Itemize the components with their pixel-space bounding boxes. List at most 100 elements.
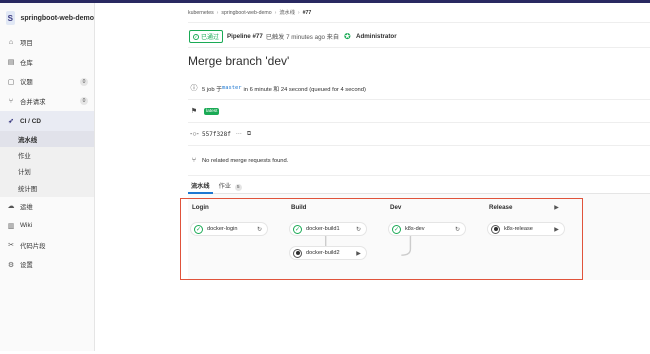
- chevron-right-icon: ›: [297, 10, 300, 16]
- chevron-right-icon: ›: [274, 10, 277, 16]
- tags-row: ⚑ latest: [188, 100, 650, 123]
- pipeline-title: Pipeline #77: [227, 33, 263, 40]
- project-avatar: S: [6, 11, 15, 25]
- issues-count-badge: 0: [80, 77, 88, 86]
- sidebar-item-operations[interactable]: ☁ 运维: [0, 197, 94, 217]
- commit-sha-link[interactable]: 557f328f: [202, 131, 231, 138]
- breadcrumb-section[interactable]: 流水线: [279, 10, 295, 16]
- pipeline-meta: 已触发 7 minutes ago 来自: [265, 34, 340, 41]
- job-k8s-dev[interactable]: ✓ k8s-dev ↻: [388, 222, 466, 236]
- job-docker-build2[interactable]: docker-build2 ▶: [289, 246, 367, 260]
- sidebar-item-label: 仓库: [20, 59, 33, 67]
- commit-icon: -○-: [190, 130, 199, 138]
- breadcrumb: kubernetes › springboot-web-demo › 流水线 › #77: [188, 9, 311, 16]
- breadcrumb-project[interactable]: springboot-web-demo: [221, 10, 271, 16]
- play-icon[interactable]: ▶: [552, 225, 561, 234]
- user-avatar-icon[interactable]: ✪: [344, 32, 352, 41]
- stage-title-login: Login: [192, 204, 209, 211]
- flag-icon: ⚑: [190, 108, 198, 115]
- main-content: kubernetes › springboot-web-demo › 流水线 › #77 ✓…: [95, 3, 650, 351]
- stage-title-release: Release: [489, 204, 513, 211]
- divider: [188, 22, 650, 23]
- manual-status-icon: [491, 224, 500, 234]
- home-icon: ⌂: [8, 39, 14, 47]
- latest-badge: latest: [204, 107, 220, 115]
- sidebar-item-merge-requests[interactable]: ⑂ 合并请求 0: [0, 92, 94, 112]
- sidebar-item-label: Wiki: [20, 222, 33, 230]
- sidebar-item-issues[interactable]: ▢ 议题 0: [0, 72, 94, 92]
- jobs-count-badge: 5: [234, 184, 242, 191]
- jobs-summary-row: ⓘ 5 job 于 master in 6 minute 和 24 second…: [188, 77, 650, 100]
- job-name: k8s-dev: [405, 226, 425, 232]
- pipeline-header: ✓ 已通过 Pipeline #77 已触发 7 minutes ago 来自 …: [189, 30, 397, 43]
- sidebar-item-settings[interactable]: ⚙ 设置: [0, 255, 94, 275]
- play-icon[interactable]: ▶: [354, 249, 363, 258]
- retry-icon[interactable]: ↻: [453, 225, 462, 234]
- book-icon: ▥: [7, 222, 15, 230]
- tab-label: 流水线: [191, 183, 210, 190]
- sidebar-item-wiki[interactable]: ▥ Wiki: [0, 216, 94, 236]
- tab-jobs[interactable]: 作业 5: [216, 178, 245, 194]
- jobs-suffix: in 6 minute 和 24 second (queued for 4 se…: [243, 86, 366, 93]
- merge-request-icon: ⑂: [8, 97, 14, 105]
- breadcrumb-group[interactable]: kubernetes: [188, 10, 214, 16]
- sidebar-item-label: CI / CD: [20, 117, 41, 125]
- commit-row: -○- 557f328f ··· ⧉: [188, 123, 650, 146]
- branch-link[interactable]: master: [222, 85, 241, 91]
- info-icon: ⓘ: [190, 85, 198, 92]
- project-name: springboot-web-demo: [20, 14, 95, 22]
- sidebar-item-cicd[interactable]: ➶ CI / CD: [0, 111, 94, 131]
- job-name: docker-build1: [306, 226, 340, 232]
- tab-pipeline[interactable]: 流水线: [188, 178, 213, 194]
- gear-icon: ⚙: [7, 261, 15, 269]
- sidebar-item-snippets[interactable]: ✂ 代码片段: [0, 236, 94, 256]
- page-title: Merge branch 'dev': [188, 54, 290, 68]
- sidebar-item-label: 流水线: [18, 136, 38, 144]
- job-k8s-release[interactable]: k8s-release ▶: [487, 222, 565, 236]
- project-header[interactable]: S springboot-web-demo: [0, 5, 94, 31]
- sidebar-item-label: 计划: [18, 169, 31, 177]
- cicd-submenu: 流水线 作业 计划 统计图: [0, 131, 94, 197]
- tab-label: 作业: [218, 183, 231, 190]
- sidebar-item-repository[interactable]: ▤ 仓库: [0, 53, 94, 73]
- sidebar-item-label: 代码片段: [20, 242, 46, 250]
- sidebar-item-label: 作业: [18, 153, 31, 161]
- job-name: k8s-release: [504, 226, 533, 232]
- scissors-icon: ✂: [8, 242, 14, 250]
- sidebar-subitem-jobs[interactable]: 作业: [0, 147, 94, 163]
- cloud-icon: ☁: [7, 203, 15, 211]
- sidebar-subitem-schedules[interactable]: 计划: [0, 164, 94, 180]
- play-all-icon[interactable]: ▶: [552, 203, 561, 212]
- check-circle-icon: ✓: [193, 33, 199, 40]
- sidebar-item-label: 运维: [20, 203, 33, 211]
- pipeline-tabs: 流水线 作业 5: [188, 178, 650, 194]
- breadcrumb-current[interactable]: #77: [303, 10, 312, 16]
- mr-text: No related merge requests found.: [202, 157, 289, 164]
- retry-icon[interactable]: ↻: [255, 225, 264, 234]
- sidebar-subitem-charts[interactable]: 统计图: [0, 180, 94, 196]
- chevron-right-icon: ›: [216, 10, 219, 16]
- manual-status-icon: [293, 248, 302, 258]
- job-name: docker-login: [207, 226, 238, 232]
- rocket-icon: ➶: [8, 118, 14, 125]
- status-label: 已通过: [201, 35, 220, 41]
- expand-commit-button[interactable]: ···: [236, 131, 242, 137]
- retry-icon[interactable]: ↻: [354, 225, 363, 234]
- job-docker-build1[interactable]: ✓ docker-build1 ↻: [289, 222, 367, 236]
- sidebar-subitem-pipelines[interactable]: 流水线: [0, 131, 94, 148]
- pipeline-user[interactable]: Administrator: [356, 33, 397, 40]
- project-sidebar: S springboot-web-demo ⌂ 项目 ▤ 仓库 ▢ 议题 0 ⑂…: [0, 3, 95, 351]
- sidebar-item-label: 设置: [20, 262, 33, 270]
- status-badge[interactable]: ✓ 已通过: [189, 30, 224, 43]
- job-name: docker-build2: [306, 250, 340, 256]
- check-circle-icon: ✓: [392, 224, 401, 234]
- merge-requests-count-badge: 0: [80, 97, 88, 105]
- job-docker-login[interactable]: ✓ docker-login ↻: [190, 222, 268, 236]
- sidebar-item-project[interactable]: ⌂ 项目: [0, 33, 94, 53]
- sidebar-item-label: 议题: [20, 79, 33, 87]
- sidebar-item-label: 统计图: [18, 185, 38, 193]
- pipeline-info: ⓘ 5 job 于 master in 6 minute 和 24 second…: [188, 77, 650, 176]
- stage-title-build: Build: [291, 204, 307, 211]
- merge-request-row: ⑂ No related merge requests found.: [188, 146, 650, 176]
- copy-icon[interactable]: ⧉: [247, 131, 251, 138]
